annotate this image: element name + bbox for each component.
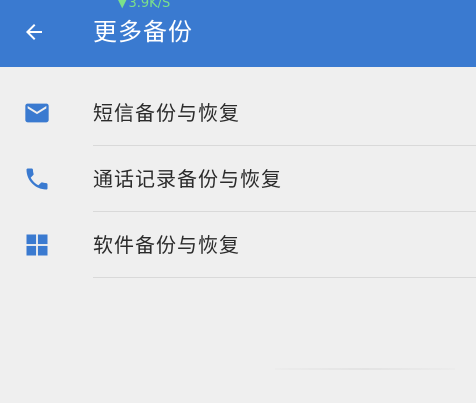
- page-title: 更多备份: [93, 18, 193, 46]
- divider: [93, 277, 476, 278]
- network-speed-indicator: ▼ 3.9K/S: [118, 0, 170, 11]
- backup-options-list: 短信备份与恢复 通话记录备份与恢复 软件备份与恢复: [0, 80, 476, 278]
- app-bar: ▼ 3.9K/S 更多备份: [0, 0, 476, 67]
- list-item-label: 通话记录备份与恢复: [93, 167, 282, 191]
- faint-divider: [275, 368, 455, 370]
- network-speed-text: 3.9K/S: [128, 0, 171, 11]
- apps-grid-icon: [23, 231, 51, 259]
- list-item-app-backup[interactable]: 软件备份与恢复: [0, 212, 476, 278]
- list-item-label: 软件备份与恢复: [93, 233, 240, 257]
- mail-icon: [23, 99, 51, 127]
- phone-icon: [23, 165, 51, 193]
- back-button[interactable]: [18, 16, 50, 48]
- list-item-call-log-backup[interactable]: 通话记录备份与恢复: [0, 146, 476, 212]
- wifi-icon: ▼: [118, 0, 127, 10]
- list-item-sms-backup[interactable]: 短信备份与恢复: [0, 80, 476, 146]
- arrow-back-icon: [26, 24, 42, 40]
- list-item-label: 短信备份与恢复: [93, 101, 240, 125]
